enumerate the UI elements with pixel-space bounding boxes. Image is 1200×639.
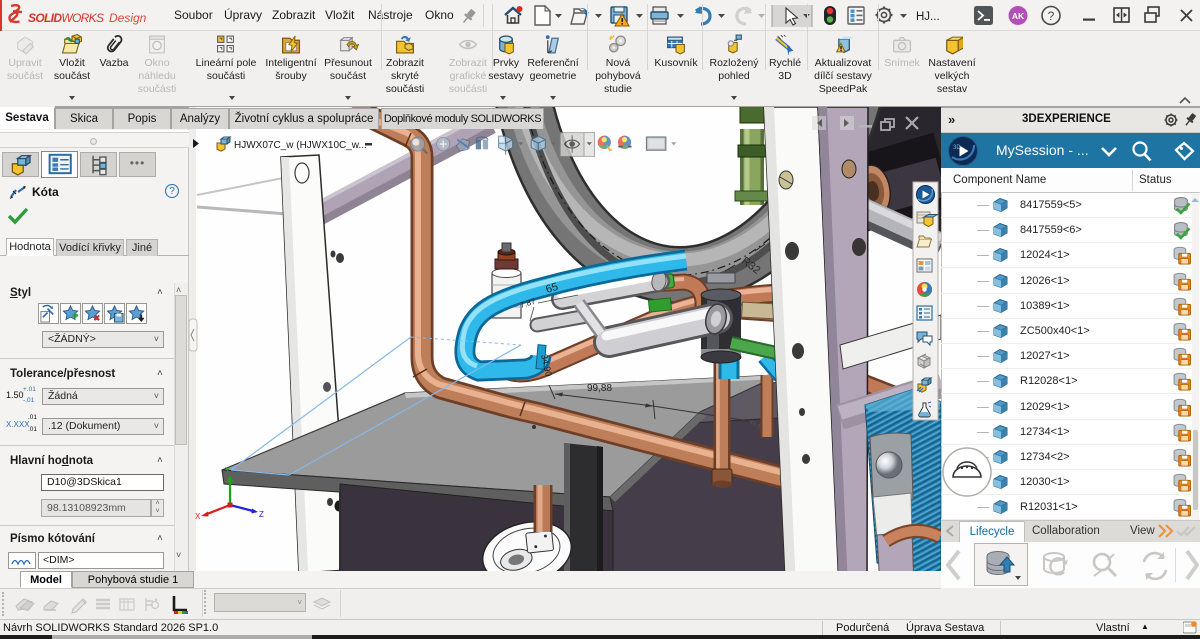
svg-text:Design: Design: [109, 11, 147, 25]
svg-text:X: X: [195, 512, 201, 521]
svg-text:Y: Y: [225, 466, 231, 475]
svg-text:SOLIDWORKS: SOLIDWORKS: [28, 11, 104, 25]
svg-text:3D: 3D: [953, 145, 961, 151]
svg-text:Z: Z: [259, 510, 264, 519]
svg-text:HJ...: HJ...: [916, 11, 940, 23]
svg-text:99,88: 99,88: [587, 383, 612, 394]
svg-text:AK: AK: [1012, 11, 1025, 21]
svg-text:HJWX07C_w (HJWX10C_w...: HJWX07C_w (HJWX10C_w...: [234, 140, 367, 151]
svg-text:?: ?: [1048, 9, 1055, 23]
